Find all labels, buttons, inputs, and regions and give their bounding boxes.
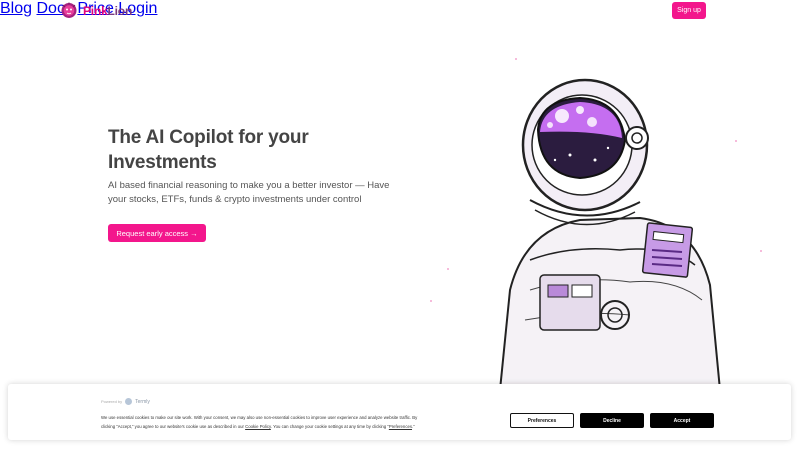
hero-title-line: Investments — [108, 152, 217, 173]
cookie-text-line: clicking “Accept,” you agree to our webs… — [101, 424, 415, 429]
top-navigation: PinkLion Blog Docs Price Sign up Login — [0, 0, 800, 24]
accept-button[interactable]: Accept — [650, 413, 714, 428]
cookie-consent-banner: Powered by Termly We use essential cooki… — [8, 384, 791, 440]
decorative-speck — [760, 250, 762, 252]
powered-by-label: Powered by — [101, 399, 123, 404]
termly-logo-icon — [125, 398, 133, 405]
cookie-notice-text: We use essential cookies to make our sit… — [101, 413, 496, 431]
hero-title-line: The AI Copilot for your — [108, 127, 309, 148]
cookie-text-line: We use essential cookies to make our sit… — [101, 415, 418, 420]
decorative-speck — [447, 268, 449, 270]
decorative-speck — [430, 300, 432, 302]
hero-subtitle-line: AI based financial reasoning to make you… — [108, 180, 390, 191]
landing-page: PinkLion Blog Docs Price Sign up Login T… — [0, 0, 800, 450]
lion-logo-icon — [61, 2, 77, 18]
hero-subtitle: AI based financial reasoning to make you… — [108, 179, 408, 207]
brand-name: PinkLion — [83, 3, 133, 18]
hero-subtitle-line: your stocks, ETFs, funds & crypto invest… — [108, 194, 362, 205]
preferences-button[interactable]: Preferences — [510, 413, 574, 428]
sign-up-button[interactable]: Sign up — [672, 2, 706, 19]
astronaut-illustration — [498, 78, 722, 391]
cookie-policy-link[interactable]: Cookie Policy — [245, 424, 271, 429]
brand-logo[interactable]: PinkLion — [61, 2, 132, 19]
termly-name: Termly — [135, 398, 150, 405]
decline-button[interactable]: Decline — [580, 413, 644, 428]
nav-link-blog[interactable]: Blog — [0, 0, 32, 17]
hero-title: The AI Copilot for your Investments — [108, 125, 408, 175]
powered-by-termly: Powered by Termly — [101, 398, 150, 405]
preferences-link[interactable]: Preferences — [389, 424, 412, 429]
request-early-access-button[interactable]: Request early access → — [108, 224, 206, 242]
